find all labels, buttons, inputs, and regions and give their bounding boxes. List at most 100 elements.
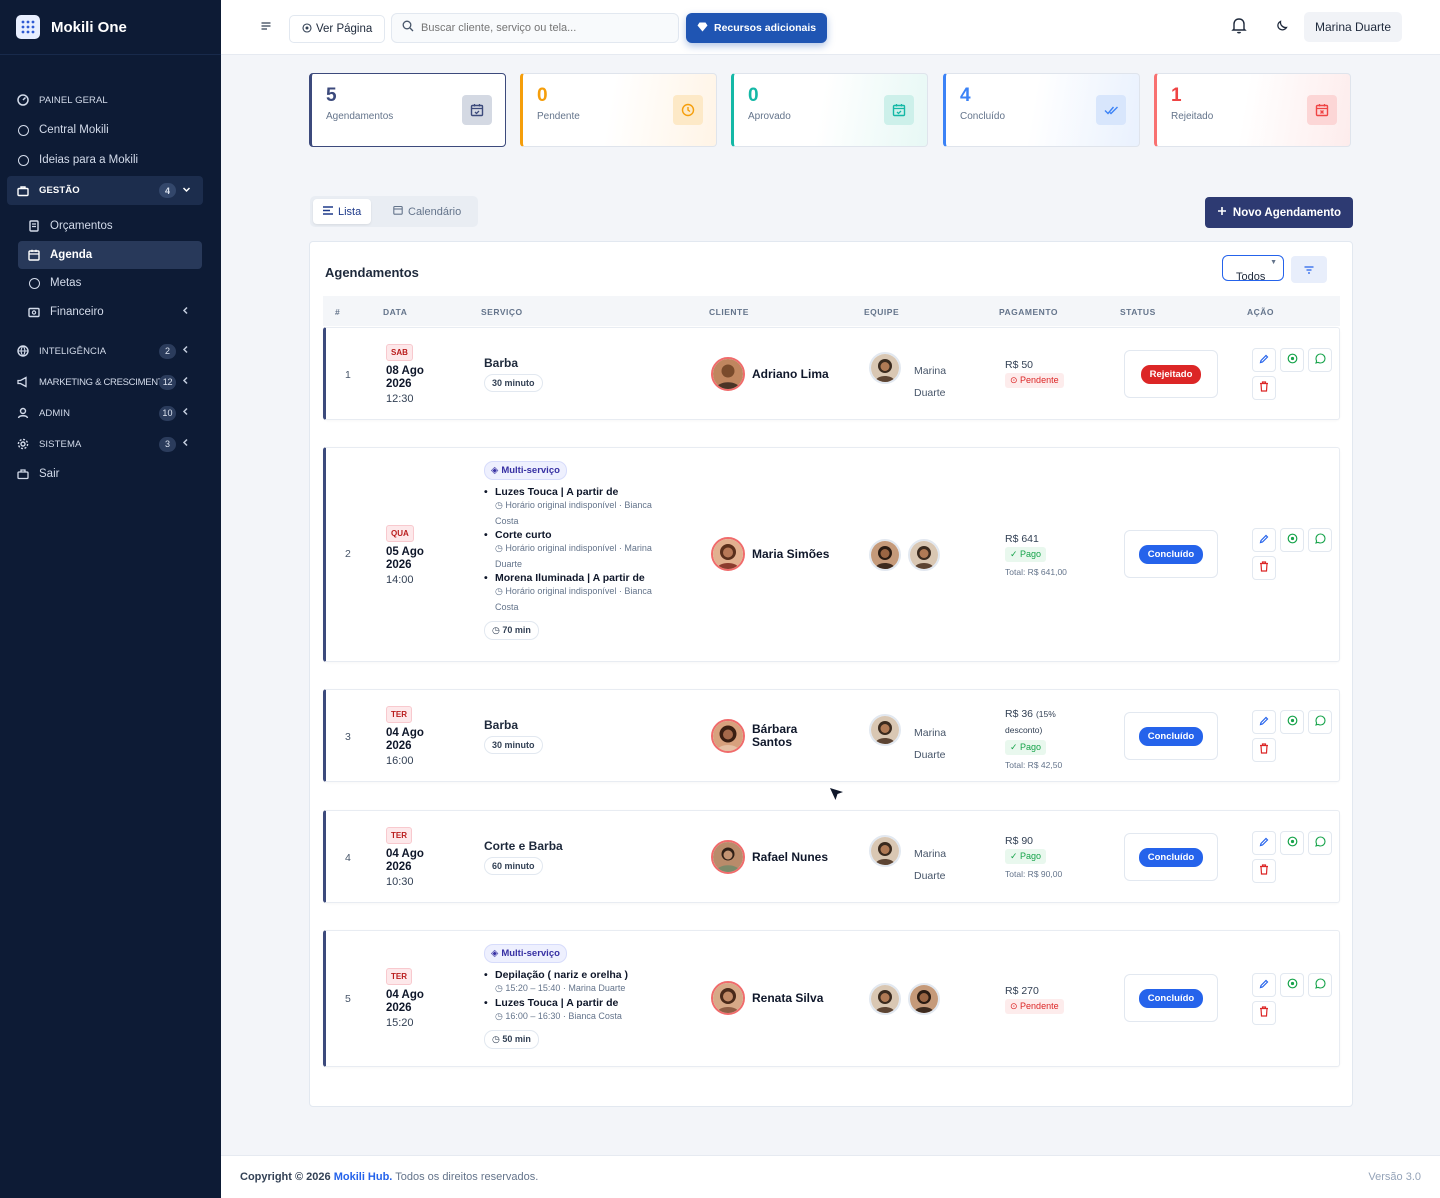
duration-badge: 60 minuto [484,857,543,875]
edit-button[interactable] [1252,528,1276,552]
payment-status-badge: ✓ Pago [1005,740,1047,755]
sidebar-item-gestao[interactable]: GESTÃO 4 [7,176,203,205]
sidebar: Mokili One PAINEL GERAL Central Mokili I… [0,0,221,1198]
ver-pagina-button[interactable]: Ver Página [289,15,386,43]
actions-cell [1250,710,1332,765]
client-cell[interactable]: Bárbara Santos [711,719,812,753]
bell-icon[interactable] [1231,17,1247,39]
edit-button[interactable] [1252,973,1276,997]
time-text: 15:20 [386,1017,414,1029]
tab-calendario[interactable]: Calendário [383,199,471,224]
filter-button[interactable] [1291,256,1327,283]
sidebar-item-inteligencia[interactable]: INTELIGÊNCIA 2 [0,337,221,365]
payment-button[interactable] [1280,973,1304,997]
payment-button[interactable] [1280,710,1304,734]
moon-icon[interactable] [1276,18,1290,37]
payment-button[interactable] [1280,348,1304,372]
edit-button[interactable] [1252,710,1276,734]
stat-card-concluido[interactable]: 4 Concluído [943,73,1140,147]
stat-value: 0 [748,85,759,106]
client-cell[interactable]: Adriano Lima [711,357,829,391]
sidebar-item-sistema[interactable]: SISTEMA 3 [0,430,221,458]
date-text: 04 Ago 2026 [386,848,424,873]
megaphone-icon [16,375,30,389]
recursos-adicionais-button[interactable]: Recursos adicionais [686,13,828,43]
filter-icon [1304,261,1314,279]
stat-card-agendamentos[interactable]: 5 Agendamentos [309,73,506,147]
whatsapp-button[interactable] [1308,528,1332,552]
sidebar-item-marketing[interactable]: MARKETING & CRESCIMENTO 12 [0,368,221,396]
team-cell [869,539,940,571]
sidebar-item-painel-geral[interactable]: PAINEL GERAL [0,86,221,114]
sidebar-item-financeiro[interactable]: Financeiro [0,298,221,326]
amount-line: R$ 36 (15% desconto) [1005,706,1095,738]
footer-brand-link[interactable]: Mokili Hub. [334,1171,393,1183]
tab-lista[interactable]: Lista [313,199,372,224]
whatsapp-button[interactable] [1308,710,1332,734]
sidebar-item-ideias[interactable]: Ideias para a Mokili [0,146,221,174]
col-header: STATUS [1120,307,1156,317]
chevron-left-icon [181,376,190,388]
pencil-icon [1259,351,1269,369]
stat-card-pendente[interactable]: 0 Pendente [520,73,717,147]
whatsapp-button[interactable] [1308,973,1332,997]
delete-button[interactable] [1252,556,1276,580]
search-box[interactable] [391,13,679,43]
delete-button[interactable] [1252,738,1276,762]
duration-badge: 30 minuto [484,374,543,392]
client-cell[interactable]: Rafael Nunes [711,840,828,874]
client-cell[interactable]: Renata Silva [711,981,823,1015]
row-number: 4 [345,852,351,864]
whatsapp-icon [1314,976,1326,994]
stat-card-rejeitado[interactable]: 1 Rejeitado [1154,73,1351,147]
user-icon [16,406,30,420]
sidebar-item-agenda[interactable]: Agenda [18,241,202,269]
circle-icon [16,123,30,137]
delete-button[interactable] [1252,859,1276,883]
team-avatar [908,983,940,1015]
menu-toggle-icon[interactable] [261,19,271,34]
pencil-icon [1259,976,1269,994]
whatsapp-button[interactable] [1308,348,1332,372]
stat-card-aprovado[interactable]: 0 Aprovado [731,73,928,147]
status-filter-select[interactable]: Todos ▼ [1222,255,1284,281]
calendar-icon [27,248,41,262]
sidebar-item-label: MARKETING & CRESCIMENTO [39,376,171,388]
user-menu-button[interactable]: Marina Duarte [1304,12,1403,42]
copyright: Copyright © 2026 Mokili Hub. Todos os di… [240,1171,538,1183]
status-badge: Concluído [1138,544,1204,564]
search-icon [402,19,414,37]
layers-icon: ◈ [491,465,499,476]
sidebar-item-central-mokili[interactable]: Central Mokili [0,116,221,144]
sub-service-name: Depilação ( nariz e orelha ) [484,969,669,981]
sidebar-item-orcamentos[interactable]: Orçamentos [0,212,221,240]
edit-button[interactable] [1252,348,1276,372]
amount: R$ 90 [1005,835,1034,847]
novo-agendamento-button[interactable]: Novo Agendamento [1205,197,1353,228]
delete-button[interactable] [1252,1001,1276,1025]
table-row[interactable]: 3 TER 04 Ago 2026 16:00 Barba 30 minuto … [323,689,1340,782]
calendar-x-icon [1307,95,1337,125]
payment-button[interactable] [1280,831,1304,855]
duration-text: 50 min [502,1034,531,1044]
search-input[interactable] [421,22,661,34]
delete-button[interactable] [1252,376,1276,400]
user-name: Marina Duarte [1315,20,1392,34]
table-row[interactable]: 1 SAB 08 Ago 2026 12:30 Barba 30 minuto … [323,327,1340,420]
brand[interactable]: Mokili One [0,0,221,55]
sidebar-item-admin[interactable]: ADMIN 10 [0,399,221,427]
payment-status-badge: ⊙ Pendente [1005,999,1064,1014]
tab-label: Lista [338,205,362,218]
table-row[interactable]: 4 TER 04 Ago 2026 10:30 Corte e Barba 60… [323,810,1340,903]
client-cell[interactable]: Maria Simões [711,537,829,571]
whatsapp-button[interactable] [1308,831,1332,855]
stat-label: Aprovado [748,111,791,122]
sidebar-item-sair[interactable]: Sair [0,460,221,488]
sub-service-note-text: 16:00 – 16:30 · Bianca Costa [505,1010,622,1021]
table-row[interactable]: 5 TER 04 Ago 2026 15:20 ◈Multi-serviço D… [323,930,1340,1067]
edit-button[interactable] [1252,831,1276,855]
table-row[interactable]: 2 QUA 05 Ago 2026 14:00 ◈Multi-serviço L… [323,447,1340,662]
sidebar-item-metas[interactable]: Metas [0,269,221,297]
weekday-badge: QUA [386,525,414,542]
payment-button[interactable] [1280,528,1304,552]
